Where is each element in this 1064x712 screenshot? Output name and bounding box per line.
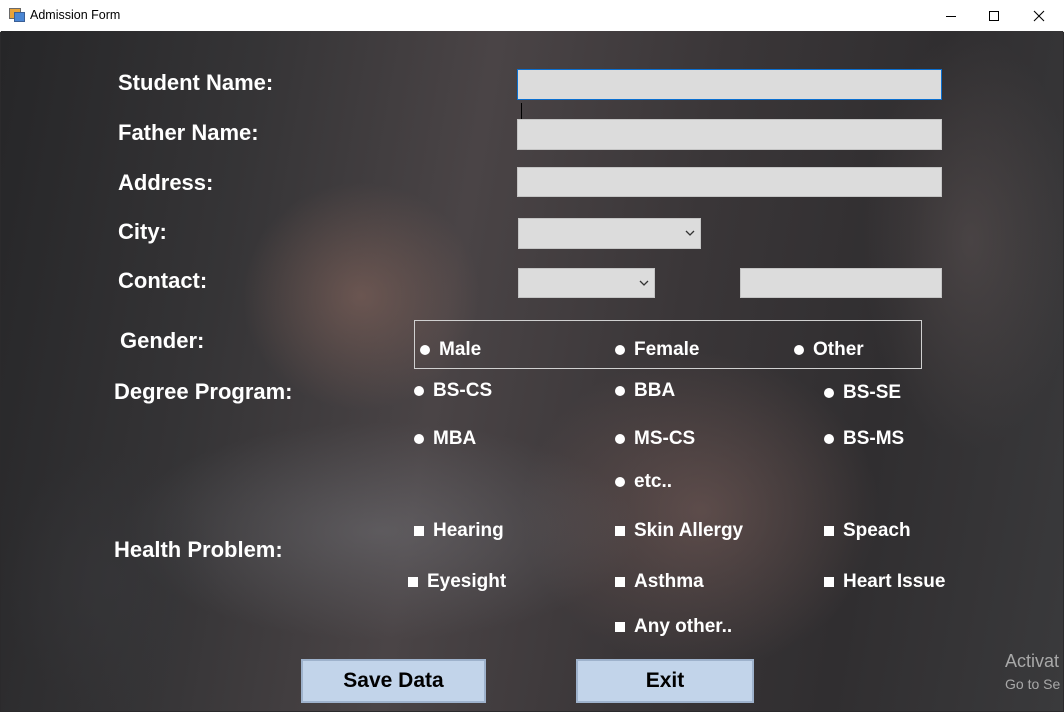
- app-icon: [9, 8, 25, 22]
- health-checkbox-skin-allergy[interactable]: Skin Allergy: [615, 520, 743, 542]
- close-icon[interactable]: [1016, 0, 1062, 31]
- checkbox-icon: [414, 526, 424, 536]
- health-checkbox-asthma[interactable]: Asthma: [615, 571, 704, 593]
- checkbox-icon: [824, 577, 834, 587]
- degree-option-label: BS-SE: [843, 382, 902, 403]
- window-title: Admission Form: [30, 8, 121, 22]
- degree-radio-bs-ms[interactable]: BS-MS: [824, 428, 904, 450]
- degree-radio-bba[interactable]: BBA: [615, 380, 675, 402]
- background-photo-detail: [1, 451, 221, 711]
- gender-radio-female[interactable]: Female: [615, 339, 699, 361]
- health-option-label: Hearing: [433, 520, 504, 541]
- health-option-label: Eyesight: [427, 571, 507, 592]
- radio-icon: [824, 388, 834, 398]
- radio-icon: [615, 434, 625, 444]
- city-label: City:: [118, 219, 167, 244]
- radio-icon: [615, 345, 625, 355]
- degree-radio-bs-se[interactable]: BS-SE: [824, 382, 901, 404]
- activation-watermark-line2: Go to Se: [1005, 676, 1061, 692]
- father-name-label: Father Name:: [118, 120, 259, 145]
- city-dropdown[interactable]: [518, 218, 701, 249]
- background-photo-detail: [241, 181, 481, 411]
- minimize-icon[interactable]: [928, 0, 974, 31]
- health-problem-label: Health Problem:: [114, 537, 283, 562]
- radio-icon: [824, 434, 834, 444]
- checkbox-icon: [408, 577, 418, 587]
- health-option-label: Heart Issue: [843, 571, 946, 592]
- checkbox-icon: [615, 577, 625, 587]
- health-checkbox-heart-issue[interactable]: Heart Issue: [824, 571, 945, 593]
- health-option-label: Asthma: [634, 571, 704, 592]
- degree-radio-ms-cs[interactable]: MS-CS: [615, 428, 695, 450]
- health-checkbox-eyesight[interactable]: Eyesight: [408, 571, 506, 593]
- save-data-button[interactable]: Save Data: [301, 659, 486, 703]
- radio-icon: [615, 477, 625, 487]
- health-option-label: Skin Allergy: [634, 520, 744, 541]
- contact-label: Contact:: [118, 268, 208, 293]
- exit-button[interactable]: Exit: [576, 659, 754, 703]
- health-checkbox-any-other[interactable]: Any other..: [615, 616, 732, 638]
- degree-option-label: BS-MS: [843, 428, 905, 449]
- chevron-down-icon: [639, 280, 649, 286]
- degree-option-label: BS-CS: [433, 380, 493, 401]
- gender-radio-male[interactable]: Male: [420, 339, 481, 361]
- health-option-label: Any other..: [634, 616, 733, 637]
- gender-option-label: Other: [813, 339, 864, 360]
- radio-icon: [794, 345, 804, 355]
- contact-code-dropdown[interactable]: [518, 268, 655, 298]
- gender-option-label: Male: [439, 339, 482, 360]
- gender-option-label: Female: [634, 339, 700, 360]
- degree-option-label: MS-CS: [634, 428, 696, 449]
- radio-icon: [414, 434, 424, 444]
- activation-watermark-line1: Activat: [1005, 651, 1060, 671]
- radio-icon: [414, 386, 424, 396]
- checkbox-icon: [615, 622, 625, 632]
- degree-option-label: MBA: [433, 428, 477, 449]
- checkbox-icon: [615, 526, 625, 536]
- address-input[interactable]: [517, 167, 942, 197]
- title-bar: Admission Form: [0, 0, 1064, 32]
- degree-option-label: BBA: [634, 380, 676, 401]
- degree-radio-etc[interactable]: etc..: [615, 471, 672, 493]
- father-name-input[interactable]: [517, 119, 942, 150]
- address-label: Address:: [118, 170, 214, 195]
- gender-label: Gender:: [120, 328, 205, 353]
- health-option-label: Speach: [843, 520, 911, 541]
- student-name-label: Student Name:: [118, 70, 274, 95]
- chevron-down-icon: [685, 230, 695, 236]
- degree-radio-mba[interactable]: MBA: [414, 428, 476, 450]
- degree-radio-bs-cs[interactable]: BS-CS: [414, 380, 492, 402]
- degree-program-label: Degree Program:: [114, 379, 293, 404]
- contact-number-input[interactable]: [740, 268, 942, 298]
- radio-icon: [420, 345, 430, 355]
- health-checkbox-speach[interactable]: Speach: [824, 520, 911, 542]
- radio-icon: [615, 386, 625, 396]
- form-client-area: Student Name: Father Name: Address: City…: [1, 31, 1063, 711]
- checkbox-icon: [824, 526, 834, 536]
- degree-option-label: etc..: [634, 471, 673, 492]
- health-checkbox-hearing[interactable]: Hearing: [414, 520, 504, 542]
- maximize-icon[interactable]: [971, 0, 1017, 31]
- gender-radio-other[interactable]: Other: [794, 339, 864, 361]
- student-name-input[interactable]: [517, 69, 942, 100]
